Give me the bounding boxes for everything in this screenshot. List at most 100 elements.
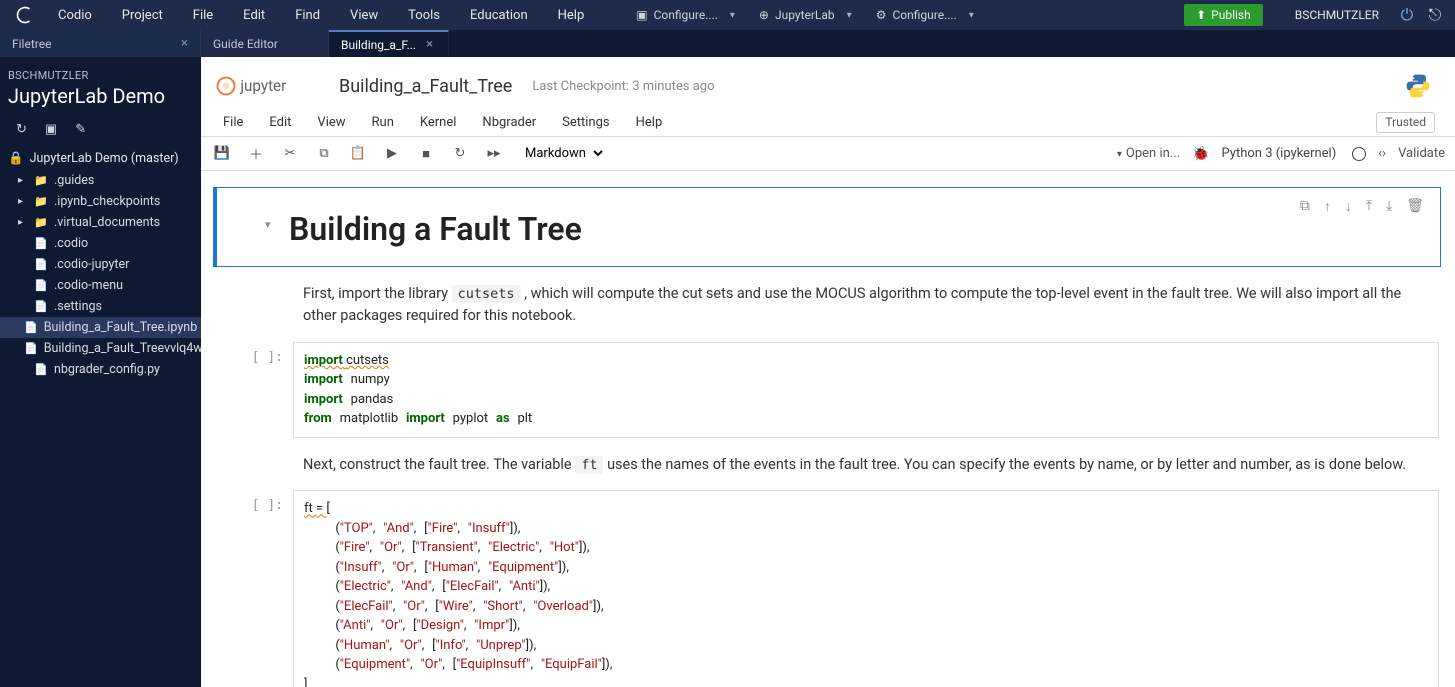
refresh-icon[interactable]: ↻ (16, 122, 27, 137)
run-all-icon[interactable]: ▸▸ (483, 146, 505, 161)
menu-codio[interactable]: Codio (44, 2, 106, 29)
tree-node[interactable]: 📄.codio-menu (0, 275, 201, 296)
configure2-action[interactable]: ⚙Configure....▾ (866, 4, 984, 26)
tree-node[interactable]: ▸📁.ipynb_checkpoints (0, 191, 201, 212)
cell-toolbar: ⧉ ↑ ↓ ⤒ ⤓ 🗑 (1300, 198, 1424, 215)
checkpoint-label: Last Checkpoint: 3 minutes ago (532, 79, 714, 94)
project-root-node[interactable]: 🔒JupyterLab Demo (master) (0, 147, 201, 170)
prompt-label: [ ]: (213, 490, 293, 687)
validate-icon[interactable]: ‹› (1378, 146, 1386, 161)
tree-node[interactable]: 📄.codio (0, 233, 201, 254)
notebook-title-heading: Building a Fault Tree (289, 210, 1420, 248)
move-down-icon[interactable]: ↓ (1345, 198, 1352, 215)
menu-project[interactable]: Project (108, 2, 177, 29)
tree-node[interactable]: 📄nbgrader_config.py (0, 359, 201, 380)
cell-type-select[interactable]: Markdown (517, 143, 606, 164)
debug-icon[interactable]: 🐞 (1192, 146, 1209, 162)
configure-action[interactable]: ▣Configure....▾ (626, 4, 745, 26)
menu-find[interactable]: Find (281, 2, 334, 29)
menu-file[interactable]: File (179, 2, 227, 29)
markdown-paragraph-2: Next, construct the fault tree. The vari… (213, 454, 1441, 490)
notebook-panel: jupyter Building_a_Fault_Tree Last Check… (201, 57, 1455, 687)
cut-icon[interactable]: ✂ (279, 146, 301, 161)
notebook-tab[interactable]: Building_a_F...× (329, 30, 449, 57)
jmenu-kernel[interactable]: Kernel (408, 109, 469, 136)
filetree-tab[interactable]: Filetree× (0, 30, 201, 57)
jupyterlab-action[interactable]: ⊕JupyterLab▾ (749, 4, 862, 26)
tree-node[interactable]: 📄Building_a_Fault_Tree.ipynb (0, 317, 201, 338)
tree-node[interactable]: 📄.codio-jupyter (0, 254, 201, 275)
caret-icon: ▸ (18, 175, 28, 186)
tree-node-label: nbgrader_config.py (54, 362, 160, 377)
menu-help[interactable]: Help (544, 2, 599, 29)
guide-editor-tab-label: Guide Editor (213, 37, 278, 51)
close-icon[interactable]: × (426, 37, 433, 52)
power-icon[interactable]: ⏻ (1393, 1, 1421, 29)
delete-cell-icon[interactable]: 🗑 (1406, 198, 1424, 215)
save-icon[interactable]: 💾 (211, 146, 233, 161)
tree-node[interactable]: ▸ 📁 .guides (0, 170, 201, 191)
restart-icon[interactable]: ↻ (449, 146, 471, 161)
menu-education[interactable]: Education (456, 2, 542, 29)
chevron-down-icon: ▾ (730, 10, 735, 21)
publish-button[interactable]: ⬆Publish (1184, 4, 1263, 26)
jmenu-view[interactable]: View (305, 109, 357, 136)
jmenu-help[interactable]: Help (624, 109, 675, 136)
copy-icon[interactable]: ⧉ (313, 146, 335, 161)
tree-node[interactable]: ▸📁.virtual_documents (0, 212, 201, 233)
jupyter-menu-bar: File Edit View Run Kernel Nbgrader Setti… (201, 109, 1455, 137)
add-cell-icon[interactable]: ＋ (245, 144, 267, 163)
menu-tools[interactable]: Tools (394, 2, 454, 29)
file-icon: 📄 (34, 300, 48, 313)
inline-code: ft (575, 456, 603, 474)
code-input[interactable]: ft = [ ("TOP", "And", ["Fire", "Insuff"]… (293, 490, 1439, 687)
code-input[interactable]: import cutsets import numpy import panda… (293, 342, 1439, 438)
folder-icon: 📁 (34, 174, 48, 187)
globe-icon: ⊕ (759, 8, 769, 22)
tree-node-label: .guides (54, 173, 94, 188)
guide-editor-tab[interactable]: Guide Editor (201, 30, 329, 57)
logout-icon[interactable]: ⎋ (1421, 1, 1449, 29)
jmenu-nbgrader[interactable]: Nbgrader (470, 109, 548, 136)
paste-icon[interactable]: 📋 (347, 146, 369, 161)
markdown-cell[interactable]: ▾ Building a Fault Tree ⧉ ↑ ↓ ⤒ ⤓ 🗑 (213, 187, 1441, 267)
edit-icon[interactable]: ✎ (75, 122, 86, 137)
caret-icon: ▸ (18, 196, 28, 207)
tree-node[interactable]: 📄.settings (0, 296, 201, 317)
insert-above-icon[interactable]: ⤒ (1366, 198, 1372, 215)
file-icon: 📄 (24, 342, 38, 355)
kernel-name[interactable]: Python 3 (ipykernel) (1222, 146, 1337, 161)
notebook-body[interactable]: ▾ Building a Fault Tree ⧉ ↑ ↓ ⤒ ⤓ 🗑 Firs… (201, 171, 1455, 687)
tree-node[interactable]: 📄Building_a_Fault_Treevvlq4wp (0, 338, 201, 359)
move-up-icon[interactable]: ↑ (1324, 198, 1331, 215)
code-cell-2[interactable]: [ ]: ft = [ ("TOP", "And", ["Fire", "Ins… (213, 490, 1439, 687)
prompt-label: [ ]: (213, 342, 293, 438)
duplicate-cell-icon[interactable]: ⧉ (1300, 198, 1310, 215)
terminal-icon: ▣ (636, 8, 647, 22)
chevron-down-icon: ▾ (969, 10, 974, 21)
project-title: JupyterLab Demo (0, 84, 201, 118)
jmenu-run[interactable]: Run (360, 109, 406, 136)
jmenu-settings[interactable]: Settings (550, 109, 621, 136)
jmenu-file[interactable]: File (211, 109, 255, 136)
menu-view[interactable]: View (336, 2, 392, 29)
trusted-badge[interactable]: Trusted (1376, 112, 1435, 133)
collapse-caret-icon[interactable]: ▾ (265, 218, 271, 231)
open-in-dropdown[interactable]: ▾Open in... (1117, 146, 1180, 161)
close-icon[interactable]: × (181, 36, 188, 51)
jmenu-edit[interactable]: Edit (257, 109, 303, 136)
menu-edit[interactable]: Edit (229, 2, 279, 29)
code-cell-1[interactable]: [ ]: import cutsets import numpy import … (213, 342, 1439, 438)
validate-button[interactable]: Validate (1398, 146, 1445, 161)
insert-below-icon[interactable]: ⤓ (1386, 198, 1392, 215)
notebook-name[interactable]: Building_a_Fault_Tree (339, 76, 512, 97)
configure2-label: Configure.... (892, 8, 956, 22)
run-icon[interactable]: ▶ (381, 146, 403, 161)
stop-icon[interactable]: ■ (415, 146, 437, 162)
md-text: uses the names of the events in the faul… (603, 456, 1406, 473)
md-text: Next, construct the fault tree. The vari… (303, 456, 575, 473)
python-icon (1403, 71, 1433, 101)
inline-code: cutsets (452, 285, 521, 303)
jupyter-toolbar: 💾 ＋ ✂ ⧉ 📋 ▶ ■ ↻ ▸▸ Markdown ▾Open in... … (201, 137, 1455, 171)
collapse-icon[interactable]: ▣ (45, 122, 57, 137)
